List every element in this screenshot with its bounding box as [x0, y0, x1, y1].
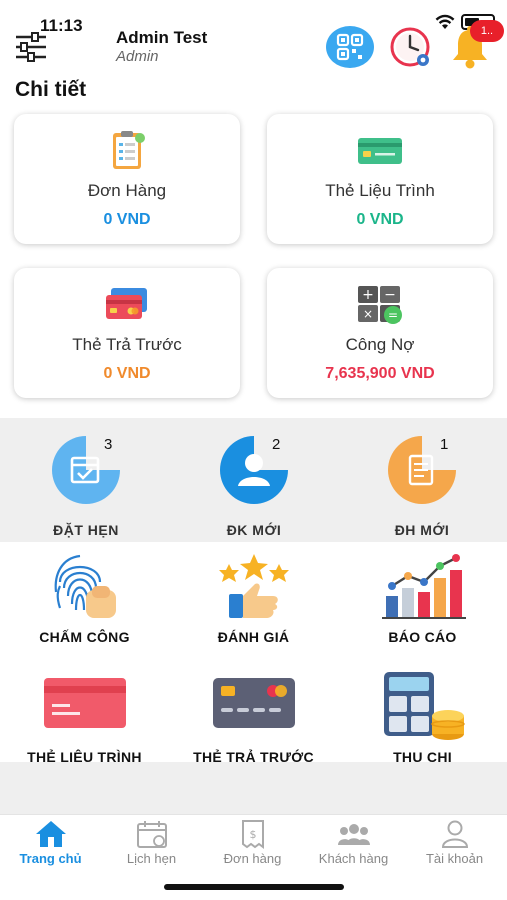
- svg-text:=: =: [388, 308, 398, 322]
- dark-card-icon: [212, 678, 295, 728]
- tab-label: Khách hàng: [318, 851, 389, 866]
- svg-text:×: ×: [363, 307, 373, 321]
- user-name: Admin Test: [116, 28, 208, 47]
- card-prepaid[interactable]: Thẻ Trả Trước 0 VND: [14, 268, 240, 398]
- user-role: Admin: [116, 48, 159, 65]
- svg-text:−: −: [384, 287, 396, 303]
- qr-scan-button[interactable]: [326, 26, 374, 68]
- feature-reviews[interactable]: ĐÁNH GIÁ: [169, 552, 338, 662]
- card-value: 0 VND: [356, 211, 404, 228]
- section-title: Chi tiết: [15, 78, 87, 101]
- feature-label: CHẤM CÔNG: [39, 629, 130, 645]
- fingerprint-icon: [54, 554, 116, 618]
- quick-stats: 3 ĐẶT HẸN 2 ĐK MỚI 1 ĐH MỚI: [0, 418, 507, 542]
- card-orders[interactable]: Đơn Hàng 0 VND: [14, 114, 240, 244]
- card-label: Thẻ Trả Trước: [72, 335, 182, 354]
- svg-text:+: +: [362, 287, 374, 303]
- home-indicator: [164, 884, 344, 890]
- receipt-icon: $: [241, 820, 264, 849]
- stat-count: 1: [440, 436, 449, 453]
- menu-sliders-icon[interactable]: [14, 32, 48, 62]
- card-label: Đơn Hàng: [87, 181, 167, 200]
- stat-count: 2: [272, 436, 281, 453]
- tab-appointments[interactable]: Lịch hẹn: [101, 815, 202, 875]
- feature-reports[interactable]: BÁO CÁO: [338, 552, 507, 662]
- qr-code-icon: [336, 33, 364, 61]
- card-debt[interactable]: + − × = Công Nợ 7,635,900 VND: [267, 268, 493, 398]
- notification-badge: 1..: [470, 20, 504, 42]
- tab-customers[interactable]: Khách hàng: [303, 815, 404, 875]
- tab-label: Lịch hẹn: [126, 851, 177, 866]
- bar-chart-icon: [381, 554, 466, 619]
- tab-label: Trang chủ: [19, 851, 82, 866]
- account-icon: [441, 820, 468, 848]
- tab-label: Đơn hàng: [223, 851, 282, 866]
- stat-label: ĐẶT HẸN: [53, 522, 119, 538]
- stat-label: ĐH MỚI: [394, 522, 450, 538]
- credit-cards-icon: [106, 288, 147, 319]
- card-value: 0 VND: [103, 365, 151, 382]
- feature-attendance[interactable]: CHẤM CÔNG: [0, 552, 169, 662]
- calculator-coins-icon: [383, 672, 465, 740]
- home-icon: [35, 821, 66, 847]
- tab-home[interactable]: Trang chủ: [0, 815, 101, 875]
- attendance-clock-icon[interactable]: [388, 26, 434, 68]
- calculator-icon: + − × =: [358, 286, 402, 324]
- feature-label: ĐÁNH GIÁ: [217, 629, 290, 645]
- tab-account[interactable]: Tài khoản: [404, 815, 505, 875]
- stat-label: ĐK MỚI: [226, 522, 282, 538]
- thumbs-up-stars-icon: [218, 554, 289, 618]
- calendar-icon: [136, 821, 167, 848]
- card-label: Công Nợ: [345, 335, 415, 354]
- tab-label: Tài khoản: [425, 851, 484, 866]
- card-treatment[interactable]: Thẻ Liệu Trình 0 VND: [267, 114, 493, 244]
- card-value: 7,635,900 VND: [325, 365, 435, 382]
- stat-appointments[interactable]: 3 ĐẶT HẸN: [26, 436, 146, 538]
- feature-label: BÁO CÁO: [388, 629, 457, 645]
- users-icon: [337, 824, 370, 845]
- stat-new-registrations[interactable]: 2 ĐK MỚI: [194, 436, 314, 538]
- card-value: 0 VND: [103, 211, 151, 228]
- stat-new-orders[interactable]: 1 ĐH MỚI: [362, 436, 482, 538]
- svg-text:$: $: [249, 828, 256, 841]
- content-spacer: [0, 762, 507, 814]
- tab-orders[interactable]: $ Đơn hàng: [202, 815, 303, 875]
- stat-count: 3: [104, 436, 113, 453]
- card-label: Thẻ Liệu Trình: [325, 181, 435, 200]
- clipboard-icon: [113, 131, 145, 169]
- green-card-icon: [358, 138, 402, 164]
- red-card-icon: [43, 678, 126, 728]
